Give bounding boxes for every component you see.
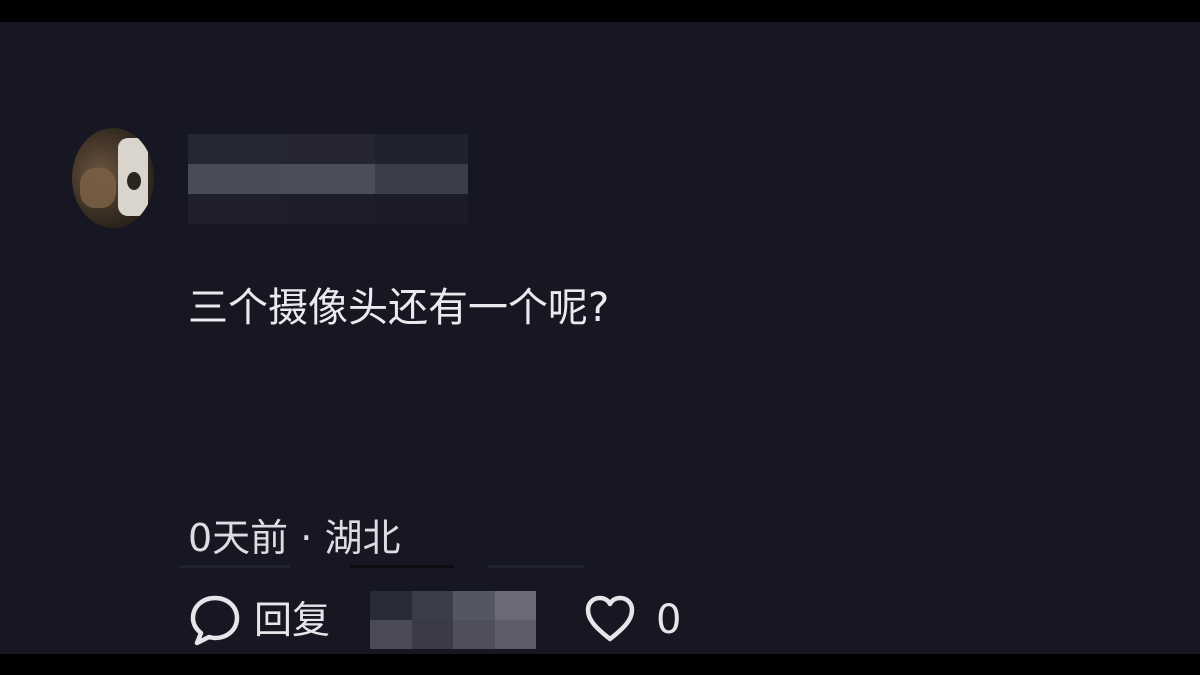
redacted-action[interactable] — [370, 591, 537, 649]
comment-meta: 0天前 · 湖北 — [188, 508, 400, 568]
comment-time: 0天前 — [188, 516, 289, 560]
divider — [488, 565, 584, 568]
avatar-shape — [127, 172, 141, 190]
reply-label: 回复 — [254, 598, 331, 642]
like-count: 0 — [656, 597, 682, 643]
reply-button[interactable]: 回复 — [188, 590, 330, 650]
heart-outline-icon — [584, 593, 636, 647]
like-button[interactable]: 0 — [584, 590, 681, 650]
avatar-shape — [80, 168, 116, 208]
meta-separator: · — [300, 516, 313, 560]
username-redacted[interactable] — [188, 134, 468, 224]
action-bar: 回复 0 — [188, 590, 681, 650]
divider — [350, 565, 454, 568]
avatar[interactable] — [72, 128, 154, 228]
comment-text: 三个摄像头还有一个呢? — [188, 285, 610, 331]
comment-card: 三个摄像头还有一个呢? 0天前 · 湖北 — [0, 22, 1200, 654]
comment-location: 湖北 — [324, 516, 401, 560]
speech-bubble-icon — [188, 593, 242, 647]
divider — [180, 565, 290, 568]
